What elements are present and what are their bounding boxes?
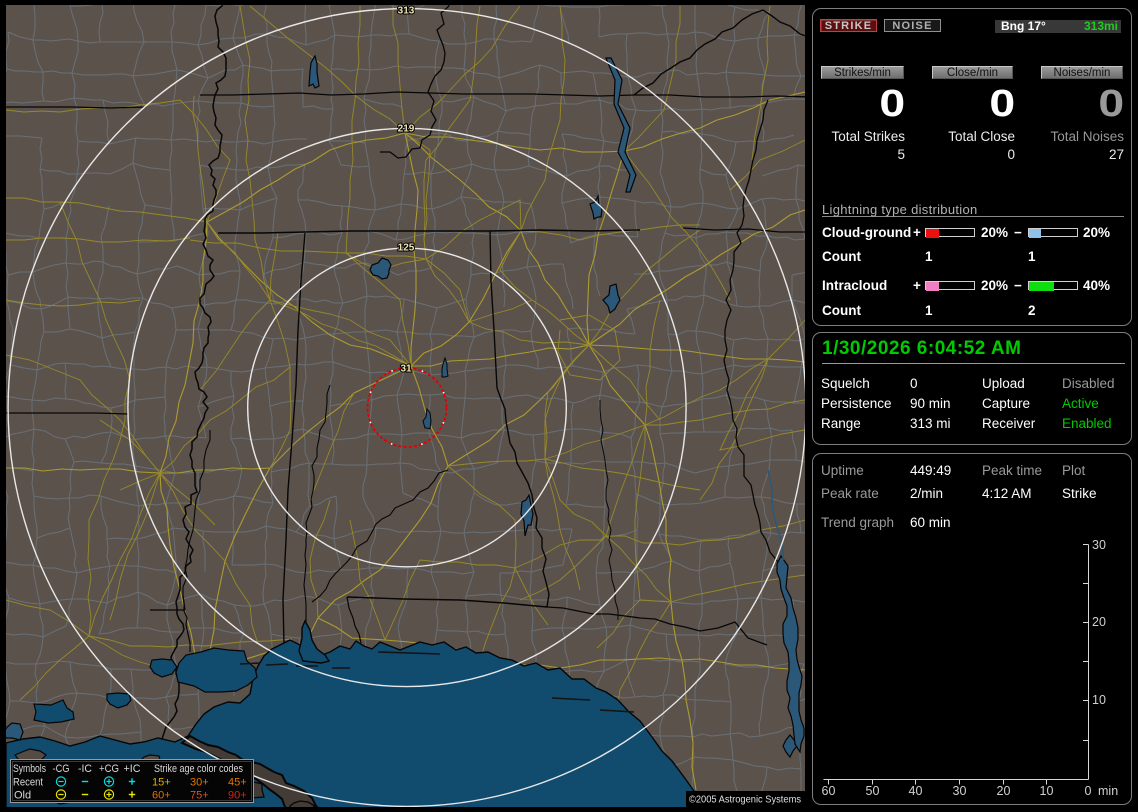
svg-text:Old: Old [14, 790, 31, 802]
svg-text:40: 40 [909, 784, 923, 798]
svg-text:45+: 45+ [228, 777, 247, 789]
svg-text:90+: 90+ [228, 790, 247, 802]
svg-text:31: 31 [400, 364, 412, 375]
svg-text:20: 20 [1092, 615, 1106, 629]
svg-text:10: 10 [1092, 693, 1106, 707]
svg-text:219: 219 [398, 124, 415, 135]
svg-text:60: 60 [822, 784, 836, 798]
svg-text:©2005 Astrogenic Systems: ©2005 Astrogenic Systems [689, 795, 801, 806]
svg-text:Symbols: Symbols [13, 763, 46, 775]
svg-text:30+: 30+ [190, 777, 209, 789]
svg-text:10: 10 [1040, 784, 1054, 798]
svg-text:30: 30 [1092, 538, 1106, 552]
svg-text:+IC: +IC [124, 763, 141, 775]
svg-text:15+: 15+ [152, 777, 171, 789]
svg-text:+CG: +CG [99, 763, 119, 775]
svg-text:20: 20 [997, 784, 1011, 798]
svg-text:-CG: -CG [53, 763, 70, 775]
svg-text:0: 0 [1085, 784, 1092, 798]
svg-text:-IC: -IC [78, 763, 92, 775]
svg-text:30: 30 [953, 784, 967, 798]
svg-text:Recent: Recent [13, 777, 43, 789]
svg-text:313: 313 [398, 6, 415, 17]
svg-text:125: 125 [398, 243, 415, 254]
svg-text:50: 50 [866, 784, 880, 798]
svg-text:75+: 75+ [190, 790, 209, 802]
svg-text:60+: 60+ [152, 790, 171, 802]
svg-text:min: min [1098, 784, 1118, 798]
svg-text:Strike age color codes: Strike age color codes [154, 763, 243, 775]
